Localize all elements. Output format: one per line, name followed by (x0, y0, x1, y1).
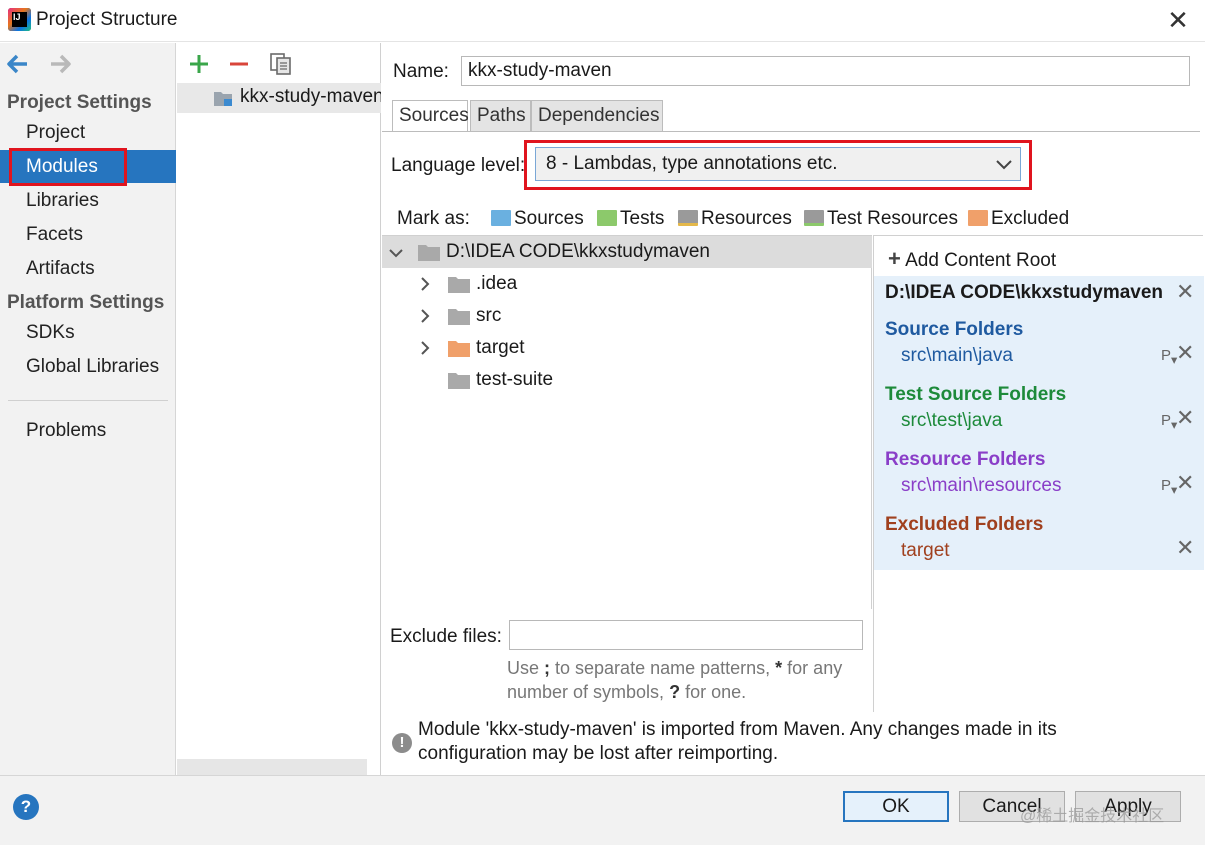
sidebar-item-project[interactable]: Project (0, 116, 176, 149)
dialog-footer: ? OK Cancel Apply @稀土掘金技术社区 (0, 775, 1205, 845)
tree-row[interactable]: target (382, 332, 872, 364)
test-resources-folder-icon (804, 210, 824, 226)
test-source-folder-path: src\test\java (901, 410, 1003, 431)
settings-sidebar: Project Settings Project Modules Librari… (0, 43, 176, 775)
forward-arrow-icon[interactable] (48, 53, 72, 75)
folder-icon (448, 373, 470, 389)
exclude-files-hint: Use ; to separate name patterns, * for a… (507, 658, 843, 702)
sidebar-item-global-libraries[interactable]: Global Libraries (0, 350, 176, 383)
remove-icon[interactable] (226, 51, 252, 77)
intellij-app-icon: IJ (8, 8, 31, 31)
folder-icon (418, 245, 440, 261)
tree-row[interactable]: src (382, 300, 872, 332)
module-details-panel: Name: kkx-study-maven Sources Paths Depe… (382, 43, 1205, 775)
chevron-right-icon[interactable] (417, 275, 433, 293)
mark-as-excluded-button[interactable]: Excluded (968, 208, 1069, 230)
mark-as-label: Mark as: (397, 208, 470, 229)
tree-item-label: target (476, 337, 525, 358)
sidebar-item-facets[interactable]: Facets (0, 218, 176, 251)
language-level-highlight-box (524, 140, 1032, 190)
mark-as-tests-button[interactable]: Tests (597, 208, 664, 230)
mark-as-resources-button[interactable]: Resources (678, 208, 792, 230)
tab-paths[interactable]: Paths (470, 100, 531, 132)
excluded-folder-path: target (901, 540, 950, 561)
tree-item-label: .idea (476, 273, 518, 294)
copy-icon[interactable] (268, 51, 294, 77)
project-settings-header: Project Settings (7, 92, 152, 113)
module-list-item[interactable]: kkx-study-maven (177, 83, 381, 113)
language-level-label: Language level: (391, 155, 526, 176)
help-icon[interactable]: ? (13, 794, 39, 820)
resources-folder-icon (678, 210, 698, 226)
test-source-folders-title: Test Source Folders (885, 384, 1067, 405)
exclude-files-field[interactable] (509, 620, 863, 650)
edit-properties-icon[interactable]: P▾ (1161, 412, 1177, 432)
sidebar-item-sdks[interactable]: SDKs (0, 316, 176, 349)
platform-settings-header: Platform Settings (7, 292, 165, 313)
resource-folders-title: Resource Folders (885, 449, 1046, 470)
sidebar-item-artifacts[interactable]: Artifacts (0, 252, 176, 285)
tab-underline (382, 131, 1200, 132)
mark-as-sources-button[interactable]: Sources (491, 208, 584, 230)
plus-icon: + (888, 246, 901, 271)
excluded-folder-icon (448, 341, 470, 357)
resource-folder-path: src\main\resources (901, 475, 1062, 496)
tree-root-label: D:\IDEA CODE\kkxstudymaven (446, 241, 710, 262)
modules-highlight-box (9, 148, 127, 186)
tree-row-root[interactable]: D:\IDEA CODE\kkxstudymaven (382, 236, 872, 268)
folder-icon (448, 277, 470, 293)
tree-row[interactable]: .idea (382, 268, 872, 300)
maven-import-warning: Module 'kkx-study-maven' is imported fro… (418, 719, 1057, 764)
edit-properties-icon[interactable]: P▾ (1161, 347, 1177, 367)
tree-row[interactable]: test-suite (382, 364, 872, 396)
sources-folder-icon (491, 210, 511, 226)
chevron-right-icon[interactable] (417, 307, 433, 325)
watermark: @稀土掘金技术社区 (1020, 808, 1165, 825)
source-folder-path: src\main\java (901, 345, 1013, 366)
source-folders-title: Source Folders (885, 319, 1024, 340)
folder-icon (448, 309, 470, 325)
exclude-files-label: Exclude files: (390, 626, 502, 647)
tree-item-label: src (476, 305, 502, 326)
tests-folder-icon (597, 210, 617, 226)
module-name: kkx-study-maven (240, 86, 381, 107)
chevron-right-icon[interactable] (417, 339, 433, 357)
remove-folder-icon[interactable]: ✕ (1176, 405, 1194, 431)
add-content-root-button[interactable]: + Add Content Root (888, 246, 1056, 272)
remove-content-root-icon[interactable]: ✕ (1176, 279, 1194, 305)
remove-folder-icon[interactable]: ✕ (1176, 535, 1194, 561)
sidebar-divider (8, 400, 168, 401)
sidebar-item-libraries[interactable]: Libraries (0, 184, 176, 217)
sidebar-item-problems[interactable]: Problems (0, 414, 176, 447)
content-roots-panel: + Add Content Root D:\IDEA CODE\kkxstudy… (873, 235, 1204, 712)
edit-properties-icon[interactable]: P▾ (1161, 477, 1177, 497)
module-list-panel: kkx-study-maven (177, 43, 381, 775)
title-bar: IJ Project Structure ✕ (0, 0, 1205, 42)
tree-item-label: test-suite (476, 369, 554, 390)
back-arrow-icon[interactable] (6, 53, 30, 75)
tab-dependencies[interactable]: Dependencies (531, 100, 663, 132)
close-icon[interactable]: ✕ (1164, 6, 1192, 34)
chevron-down-icon[interactable] (388, 244, 404, 262)
module-name-field[interactable]: kkx-study-maven (461, 56, 1190, 86)
excluded-folder-icon (968, 210, 988, 226)
name-label: Name: (393, 61, 449, 82)
window-title: Project Structure (36, 9, 178, 30)
tab-sources[interactable]: Sources (392, 100, 469, 132)
remove-folder-icon[interactable]: ✕ (1176, 470, 1194, 496)
remove-folder-icon[interactable]: ✕ (1176, 340, 1194, 366)
content-root-path: D:\IDEA CODE\kkxstudymaven (885, 282, 1164, 303)
module-folder-icon (214, 92, 232, 106)
excluded-folders-title: Excluded Folders (885, 514, 1044, 535)
directory-tree: D:\IDEA CODE\kkxstudymaven .idea src tar… (382, 235, 872, 609)
add-icon[interactable] (186, 51, 212, 77)
warning-icon: ! (392, 733, 412, 753)
mark-as-test-resources-button[interactable]: Test Resources (804, 208, 958, 230)
horizontal-scrollbar[interactable] (177, 759, 367, 775)
ok-button[interactable]: OK (843, 791, 949, 822)
